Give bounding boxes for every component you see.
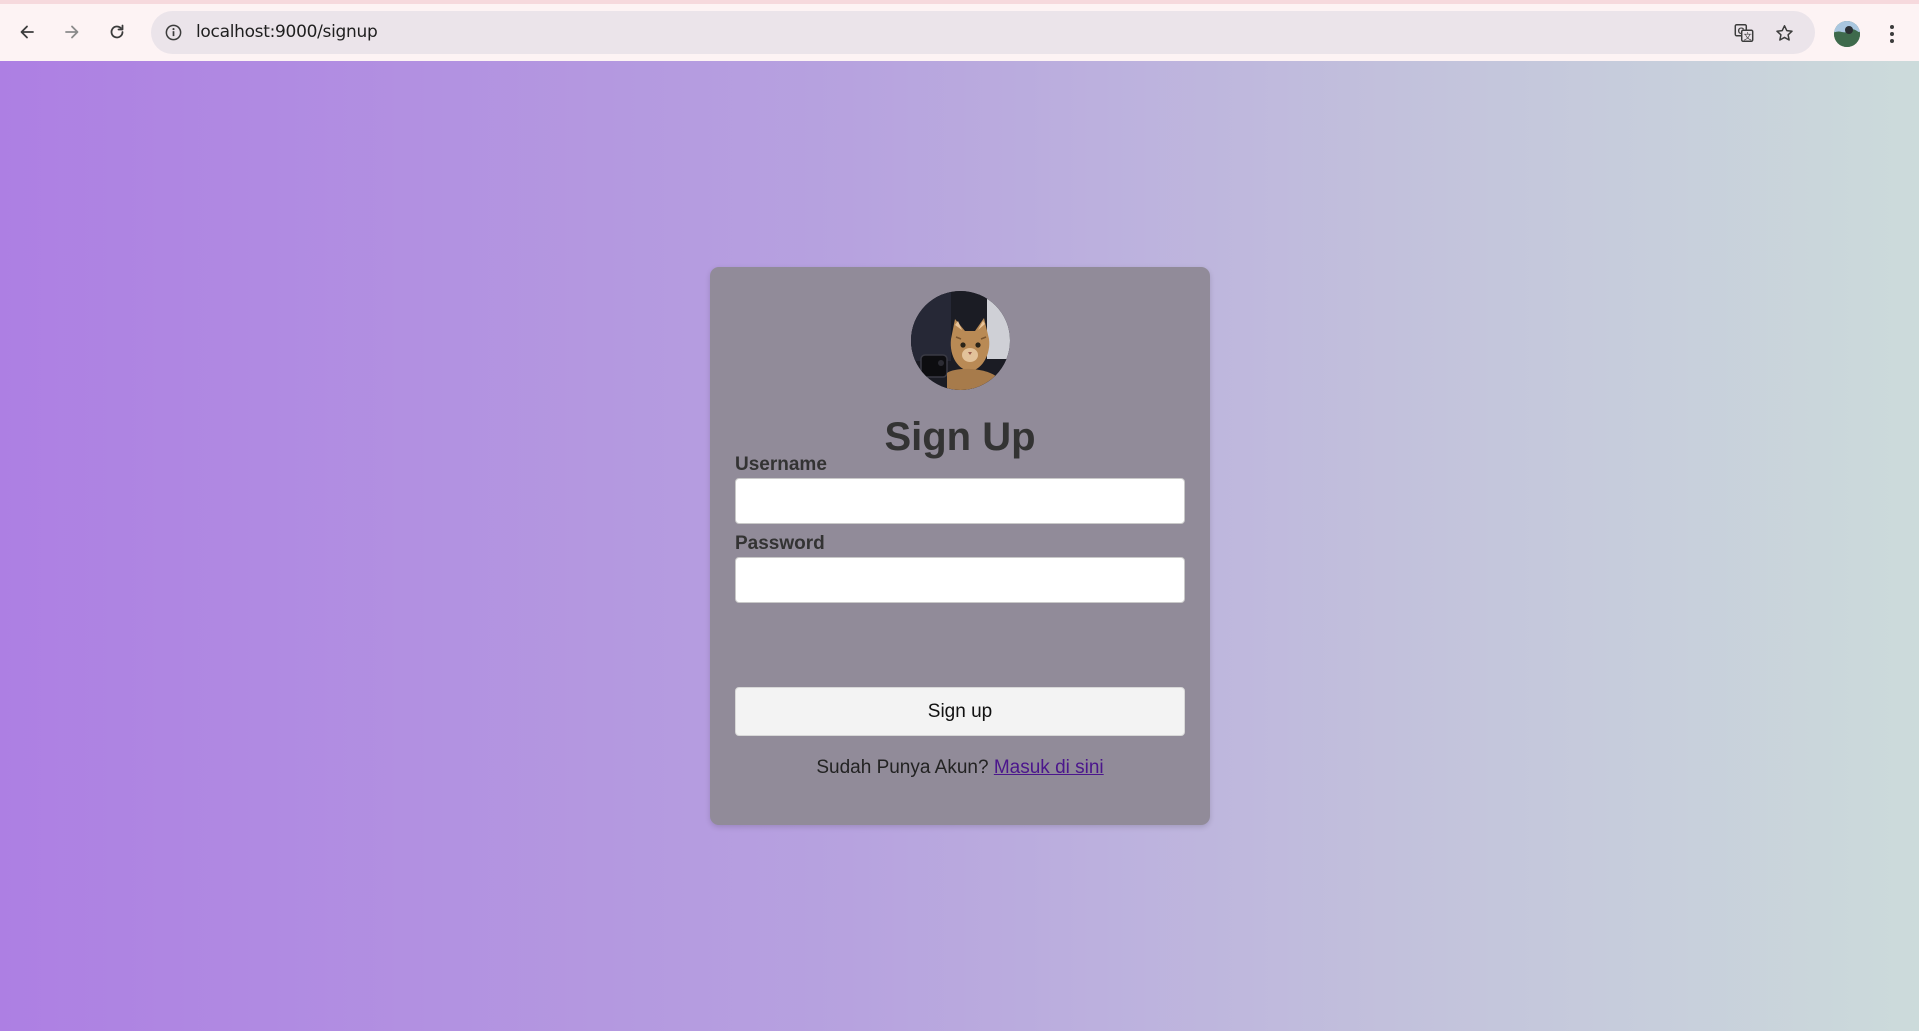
signup-button[interactable]: Sign up — [735, 687, 1185, 736]
profile-avatar[interactable] — [1834, 21, 1860, 47]
reload-icon — [110, 24, 124, 39]
forward-button[interactable] — [57, 17, 87, 47]
kebab-menu-icon[interactable] — [1880, 20, 1904, 48]
info-icon[interactable] — [163, 22, 183, 42]
avatar — [911, 291, 1010, 390]
page-background: Sign Up Username Password Sign up Sudah … — [0, 61, 1919, 1031]
translate-icon[interactable]: G 文 — [1732, 21, 1756, 45]
username-label: Username — [735, 454, 827, 475]
svg-text:文: 文 — [1744, 31, 1752, 41]
password-input[interactable] — [735, 557, 1185, 603]
browser-toolbar: localhost:9000/signup G 文 — [0, 0, 1919, 61]
arrow-right-icon — [65, 25, 79, 39]
arrow-left-icon — [20, 25, 34, 39]
password-label: Password — [735, 533, 825, 554]
username-input[interactable] — [735, 478, 1185, 524]
cat-photo — [911, 291, 1010, 390]
star-icon[interactable] — [1772, 21, 1796, 45]
address-bar[interactable]: localhost:9000/signup G 文 — [151, 11, 1815, 54]
url-text[interactable]: localhost:9000/signup — [196, 11, 378, 54]
back-button[interactable] — [12, 17, 42, 47]
login-link[interactable]: Masuk di sini — [994, 757, 1104, 778]
reload-button[interactable] — [102, 17, 132, 47]
signup-card: Sign Up Username Password Sign up Sudah … — [710, 267, 1210, 825]
login-prompt: Sudah Punya Akun? Masuk di sini — [710, 757, 1210, 779]
login-prompt-text: Sudah Punya Akun? — [816, 757, 994, 778]
